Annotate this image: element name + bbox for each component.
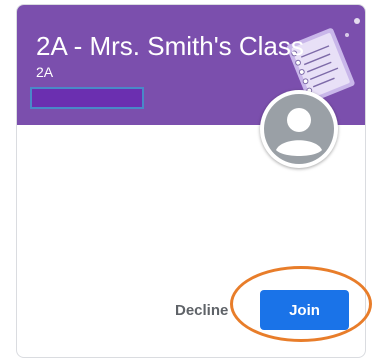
redacted-teacher-name: [30, 87, 144, 109]
join-button[interactable]: Join: [260, 290, 349, 330]
class-invitation-card: 2A - Mrs. Smith's Class 2A Decline Join: [16, 4, 366, 358]
decline-button[interactable]: Decline: [175, 302, 228, 319]
class-title[interactable]: 2A - Mrs. Smith's Class: [36, 31, 304, 62]
teacher-avatar: [260, 90, 338, 168]
class-section: 2A: [36, 64, 54, 80]
default-avatar-icon: [264, 94, 334, 164]
